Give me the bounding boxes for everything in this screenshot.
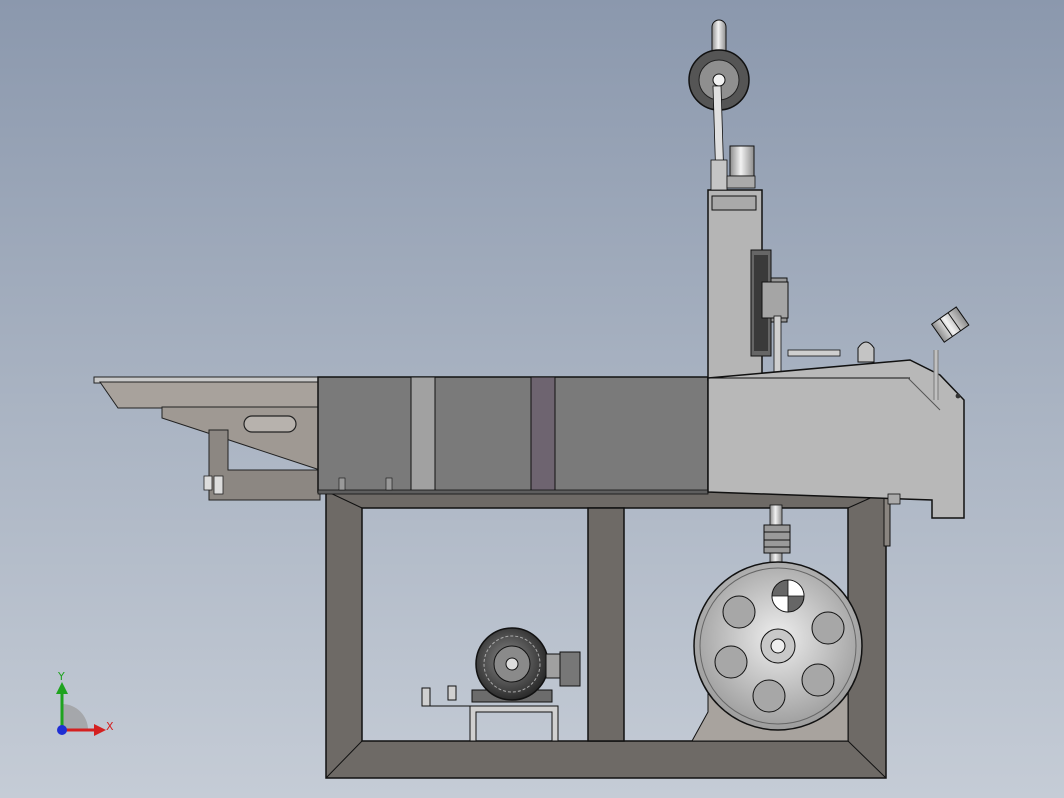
y-axis-arrowhead: [56, 682, 68, 694]
triad-y-label: Y: [57, 672, 65, 683]
infeed-table[interactable]: [93, 376, 321, 501]
flywheel[interactable]: [691, 561, 863, 742]
drive-motor[interactable]: [421, 627, 581, 742]
graphics-viewport[interactable]: Y X: [0, 0, 1064, 798]
z-axis-dot: [57, 725, 67, 735]
guard-panels[interactable]: [317, 376, 709, 495]
x-axis-arrowhead: [94, 724, 106, 736]
upper-handwheel[interactable]: [688, 19, 756, 191]
orientation-triad: Y X: [56, 672, 114, 736]
triad-x-label: X: [106, 720, 114, 733]
triad-arc: [62, 704, 88, 730]
machine-model[interactable]: [0, 0, 1064, 798]
